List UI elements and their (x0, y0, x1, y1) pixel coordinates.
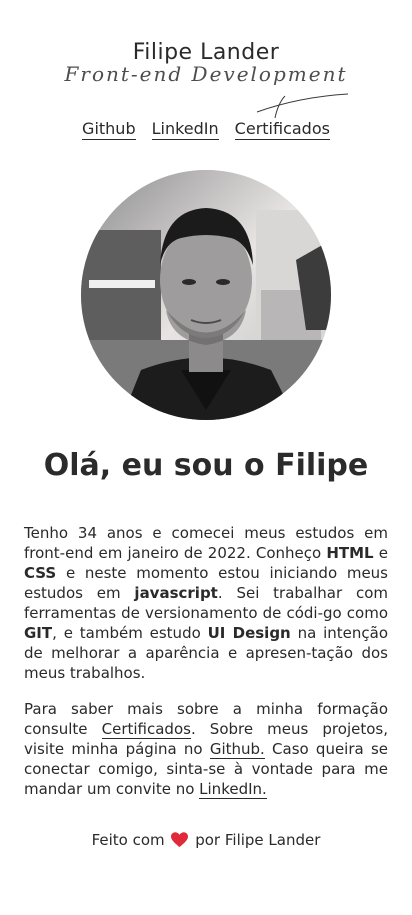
footer-prefix: Feito com (91, 831, 165, 849)
hero-title: Olá, eu sou o Filipe (43, 448, 369, 483)
profile-photo (81, 170, 331, 420)
skill-git: GIT (24, 624, 53, 642)
main-nav: Github LinkedIn Certificados (0, 120, 412, 140)
skill-javascript: javascript (134, 584, 218, 602)
inline-link-linkedin[interactable]: LinkedIn. (199, 780, 267, 799)
brand-header: Filipe Lander Front-end Development (0, 40, 412, 119)
nav-link-certificados[interactable]: Certificados (234, 120, 330, 140)
page: Filipe Lander Front-end Development Gith… (0, 0, 412, 915)
inline-link-github[interactable]: Github. (209, 740, 265, 759)
skill-ui-design: UI Design (207, 624, 291, 642)
brand-tagline: Front-end Development (64, 62, 348, 86)
heart-icon (171, 832, 189, 848)
skill-css: CSS (24, 564, 57, 582)
footer: Feito com por Filipe Lander (0, 831, 412, 849)
tagline-swash-decoration (256, 93, 349, 119)
bio-paragraph-intro: Tenho 34 anos e comecei meus estudos em … (24, 524, 389, 682)
nav-link-linkedin[interactable]: LinkedIn (151, 120, 219, 140)
profile-photo-illustration (81, 170, 331, 420)
skill-html: HTML (326, 544, 374, 562)
footer-suffix: por Filipe Lander (195, 831, 321, 849)
bio-paragraph-links: Para saber mais sobre a minha formação c… (24, 700, 388, 799)
inline-link-certificados[interactable]: Certificados (101, 720, 191, 739)
nav-link-github[interactable]: Github (82, 120, 136, 140)
